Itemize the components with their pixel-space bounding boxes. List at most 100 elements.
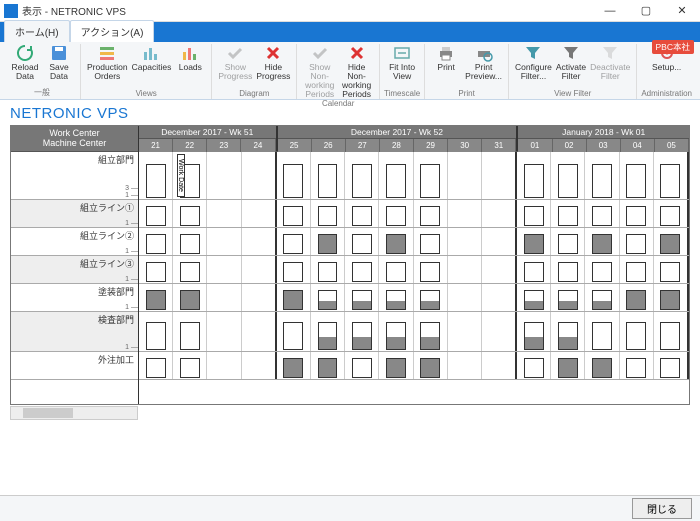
gantt-chart[interactable]: Work Center Machine Center 組立部門3 —1 —組立ラ… (10, 125, 690, 405)
capacity-bar[interactable] (420, 164, 440, 198)
capacity-bar[interactable] (283, 262, 303, 282)
capacity-bar[interactable] (524, 358, 544, 378)
grid-row[interactable]: Work Date (139, 152, 689, 200)
capacity-bar[interactable] (558, 164, 578, 198)
capacities-button[interactable]: Capacities (130, 44, 174, 72)
capacity-bar[interactable] (386, 290, 406, 310)
capacity-bar[interactable] (524, 290, 544, 310)
capacity-bar[interactable] (592, 234, 612, 254)
capacity-bar[interactable] (318, 206, 338, 226)
capacity-bar[interactable] (352, 234, 372, 254)
capacity-bar[interactable] (558, 234, 578, 254)
capacity-bar[interactable] (558, 358, 578, 378)
capacity-bar[interactable] (558, 206, 578, 226)
capacity-bar[interactable] (283, 234, 303, 254)
resource-row[interactable]: 組立ライン①1 — (11, 200, 138, 228)
capacity-bar[interactable] (626, 262, 646, 282)
resource-row[interactable]: 組立部門3 —1 — (11, 152, 138, 200)
capacity-bar[interactable] (558, 262, 578, 282)
capacity-bar[interactable] (660, 358, 680, 378)
capacity-bar[interactable] (146, 358, 166, 378)
capacity-bar[interactable] (626, 322, 646, 350)
capacity-bar[interactable] (524, 322, 544, 350)
capacity-bar[interactable] (420, 206, 440, 226)
print-button[interactable]: Print (429, 44, 463, 72)
capacity-bar[interactable] (318, 234, 338, 254)
capacity-bar[interactable] (318, 358, 338, 378)
capacity-bar[interactable] (283, 322, 303, 350)
capacity-bar[interactable] (420, 358, 440, 378)
capacity-bar[interactable] (660, 290, 680, 310)
save-data-button[interactable]: Save Data (42, 44, 76, 81)
tab-home[interactable]: ホーム(H) (4, 20, 70, 42)
close-button[interactable]: ✕ (664, 0, 700, 22)
capacity-bar[interactable] (558, 290, 578, 310)
resource-row[interactable]: 外注加工 (11, 352, 138, 380)
capacity-bar[interactable] (318, 262, 338, 282)
activate-filter-button[interactable]: Activate Filter (554, 44, 588, 81)
capacity-bar[interactable] (180, 234, 200, 254)
capacity-bar[interactable] (660, 206, 680, 226)
capacity-bar[interactable] (626, 290, 646, 310)
capacity-bar[interactable] (660, 234, 680, 254)
capacity-bar[interactable] (386, 262, 406, 282)
capacity-bar[interactable] (420, 234, 440, 254)
horizontal-scroll[interactable] (10, 406, 690, 420)
capacity-bar[interactable] (283, 164, 303, 198)
capacity-bar[interactable] (386, 322, 406, 350)
fit-view-button[interactable]: Fit Into View (385, 44, 419, 81)
capacity-bar[interactable] (352, 322, 372, 350)
grid-row[interactable] (139, 228, 689, 256)
capacity-bar[interactable] (146, 164, 166, 198)
capacity-bar[interactable] (386, 164, 406, 198)
configure-filter-button[interactable]: Configure Filter... (513, 44, 554, 81)
capacity-bar[interactable] (146, 206, 166, 226)
capacity-bar[interactable] (524, 262, 544, 282)
capacity-bar[interactable] (318, 322, 338, 350)
capacity-bar[interactable] (626, 164, 646, 198)
dialog-close-button[interactable]: 閉じる (632, 498, 692, 519)
production-orders-button[interactable]: Production Orders (85, 44, 130, 81)
capacity-bar[interactable] (420, 322, 440, 350)
resource-row[interactable]: 塗装部門1 — (11, 284, 138, 312)
capacity-bar[interactable] (386, 206, 406, 226)
capacity-bar[interactable] (524, 234, 544, 254)
capacity-bar[interactable] (660, 164, 680, 198)
capacity-bar[interactable] (283, 206, 303, 226)
capacity-bar[interactable] (592, 206, 612, 226)
hide-progress-button[interactable]: Hide Progress (254, 44, 292, 81)
capacity-bar[interactable] (524, 164, 544, 198)
capacity-bar[interactable] (386, 234, 406, 254)
capacity-bar[interactable] (558, 322, 578, 350)
reload-data-button[interactable]: Reload Data (8, 44, 42, 81)
loads-button[interactable]: Loads (173, 44, 207, 72)
resource-row[interactable]: 検査部門1 — (11, 312, 138, 352)
capacity-bar[interactable] (626, 206, 646, 226)
capacity-bar[interactable] (420, 262, 440, 282)
grid-row[interactable] (139, 200, 689, 228)
capacity-bar[interactable] (660, 262, 680, 282)
capacity-bar[interactable] (146, 234, 166, 254)
capacity-bar[interactable] (420, 290, 440, 310)
capacity-bar[interactable] (180, 290, 200, 310)
capacity-bar[interactable] (180, 262, 200, 282)
capacity-bar[interactable] (592, 262, 612, 282)
capacity-bar[interactable] (592, 322, 612, 350)
capacity-bar[interactable] (592, 164, 612, 198)
maximize-button[interactable]: ▢ (628, 0, 664, 22)
capacity-bar[interactable] (352, 206, 372, 226)
capacity-bar[interactable] (318, 164, 338, 198)
grid-row[interactable] (139, 284, 689, 312)
grid-row[interactable] (139, 312, 689, 352)
capacity-bar[interactable] (318, 290, 338, 310)
hide-nonworking-button[interactable]: Hide Non- working Periods (338, 44, 375, 99)
capacity-bar[interactable] (626, 358, 646, 378)
capacity-bar[interactable] (180, 322, 200, 350)
capacity-bar[interactable] (283, 358, 303, 378)
capacity-bar[interactable] (524, 206, 544, 226)
tab-action[interactable]: アクション(A) (70, 20, 155, 42)
capacity-bar[interactable] (283, 290, 303, 310)
capacity-bar[interactable] (352, 262, 372, 282)
capacity-bar[interactable] (592, 290, 612, 310)
capacity-bar[interactable] (352, 290, 372, 310)
